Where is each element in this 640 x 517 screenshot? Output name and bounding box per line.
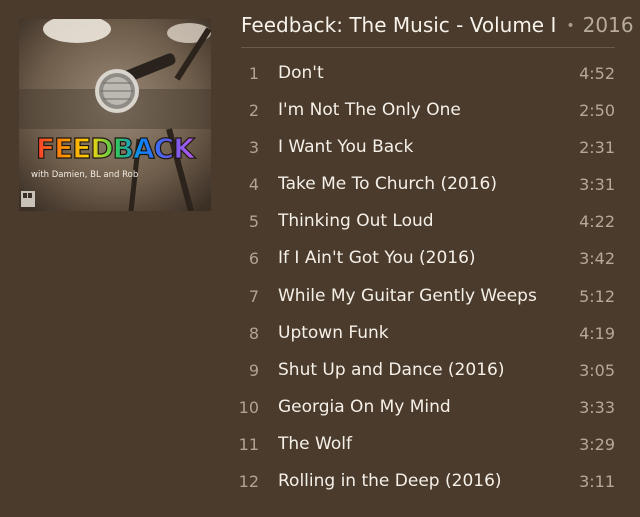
track-row[interactable]: 3 I Want You Back 2:31 [233, 130, 615, 167]
track-row[interactable]: 4 Take Me To Church (2016) 3:31 [233, 167, 615, 204]
track-row[interactable]: 5 Thinking Out Loud 4:22 [233, 204, 615, 241]
track-title: Don't [278, 63, 324, 83]
track-row[interactable]: 10 Georgia On My Mind 3:33 [233, 390, 615, 427]
track-row[interactable]: 6 If I Ain't Got You (2016) 3:42 [233, 241, 615, 278]
track-duration: 2:50 [579, 101, 615, 121]
track-number: 7 [248, 286, 259, 306]
track-title: While My Guitar Gently Weeps [278, 285, 537, 306]
track-list: 1 Don't 4:52 2 I'm Not The Only One 2:50… [233, 56, 615, 501]
track-number: 11 [238, 434, 259, 454]
track-number: 3 [248, 138, 259, 158]
track-row[interactable]: 12 Rolling in the Deep (2016) 3:11 [233, 464, 615, 501]
album-year: 2016 [582, 13, 634, 37]
track-number: 4 [248, 175, 259, 195]
track-row[interactable]: 2 I'm Not The Only One 2:50 [233, 93, 615, 130]
track-title: Uptown Funk [278, 322, 389, 343]
track-number: 6 [248, 249, 259, 269]
album-cover[interactable]: FEEDBACK with Damien, BL and Rob [19, 19, 211, 211]
cover-subtitle-text: with Damien, BL and Rob [31, 170, 138, 180]
track-number: 2 [248, 101, 259, 121]
track-row[interactable]: 7 While My Guitar Gently Weeps 5:12 [233, 279, 615, 316]
track-title: Rolling in the Deep (2016) [278, 471, 502, 492]
track-duration: 3:42 [579, 249, 615, 269]
album-header: Feedback: The Music - Volume I • 2016 [241, 12, 634, 38]
track-duration: 2:31 [579, 138, 615, 158]
track-duration: 3:11 [579, 472, 615, 492]
cover-title-text: FEEDBACK [36, 132, 196, 165]
track-row[interactable]: 11 The Wolf 3:29 [233, 427, 615, 464]
track-row[interactable]: 8 Uptown Funk 4:19 [233, 316, 615, 353]
track-duration: 3:05 [579, 360, 615, 380]
track-title: I Want You Back [278, 137, 414, 158]
track-duration: 3:31 [579, 175, 615, 195]
track-duration: 4:22 [579, 212, 615, 232]
track-duration: 4:19 [579, 323, 615, 343]
track-number: 8 [248, 323, 259, 343]
track-title: I'm Not The Only One [278, 100, 461, 121]
track-number: 5 [248, 212, 259, 232]
track-number: 1 [248, 64, 259, 83]
track-duration: 5:12 [579, 286, 615, 306]
track-title: Thinking Out Loud [278, 211, 434, 232]
track-duration: 3:29 [579, 434, 615, 454]
track-duration: 4:52 [579, 64, 615, 83]
track-row[interactable]: 1 Don't 4:52 [233, 56, 615, 93]
header-divider [241, 47, 615, 48]
track-title: Shut Up and Dance (2016) [278, 359, 505, 380]
track-row[interactable]: 9 Shut Up and Dance (2016) 3:05 [233, 353, 615, 390]
track-number: 10 [238, 397, 259, 417]
track-title: The Wolf [278, 433, 352, 454]
album-title: Feedback: The Music - Volume I [241, 13, 557, 37]
track-title: Georgia On My Mind [278, 396, 451, 417]
track-title: If I Ain't Got You (2016) [278, 248, 476, 269]
track-number: 12 [238, 472, 259, 492]
album-cover-image: FEEDBACK with Damien, BL and Rob [19, 19, 211, 211]
track-number: 9 [248, 360, 259, 380]
separator-dot: • [566, 18, 575, 34]
track-duration: 3:33 [579, 397, 615, 417]
track-title: Take Me To Church (2016) [278, 174, 498, 195]
